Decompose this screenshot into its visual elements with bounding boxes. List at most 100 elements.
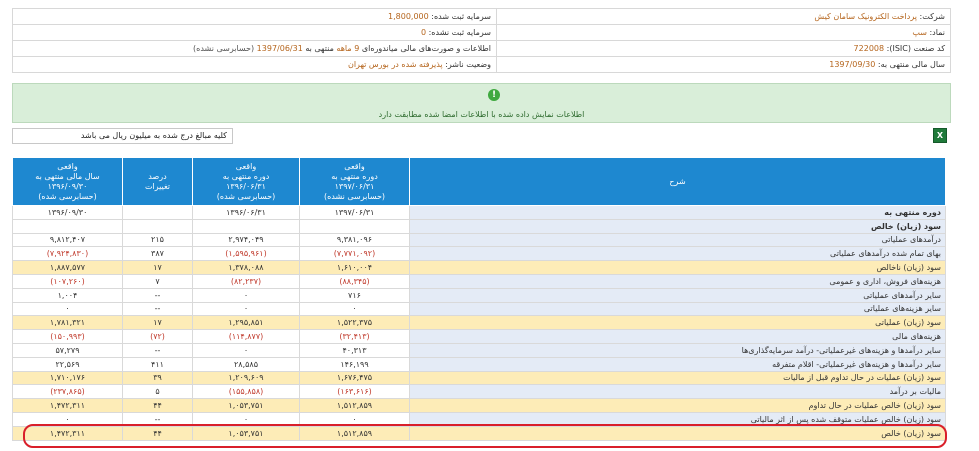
row-value-1397: ۱,۵۱۲,۸۵۹ [299,425,410,441]
table-row: سایر هزینه‌های عملیاتی ۰ ۰ -- ۰ [12,301,946,317]
header-line: سال مالی منتهی به [35,171,100,181]
info-row: سال مالی منتهی به: 1397/09/30 وضعیت ناشر… [12,56,951,73]
table-row: سود (زیان) خالص [12,218,946,234]
row-description: سود (زیان) عملیاتی [409,315,946,331]
row-description: سایر هزینه‌های عملیاتی [409,301,946,317]
table-row: سایر درآمدها و هزینه‌های غیرعملیاتی- اقل… [12,356,946,372]
row-description: سود (زیان) خالص [409,425,946,441]
header-line: ۱۳۹۶/۰۹/۳۰ [47,181,88,191]
report-period: 9 ماهه [336,44,360,53]
row-change-percent: ۳۹ [122,370,193,386]
row-value-fiscal-1396: ۵۷,۲۷۹ [12,342,123,358]
info-row: کد صنعت (ISIC): 722008 اطلاعات و صورت‌ها… [12,40,951,57]
row-value-1396: ۱,۲۹۵,۸۵۱ [192,315,300,331]
row-value-1397: ۷۱۶ [299,287,410,303]
row-value-1396: (۸۲,۲۳۷) [192,273,300,289]
publisher-status-cell: وضعیت ناشر: پذیرفته شده در بورس تهران [12,56,497,73]
table-row: سود (زیان) عملیاتی ۱,۵۲۲,۳۷۵ ۱,۲۹۵,۸۵۱ ۱۷ ۱,… [12,315,946,331]
header-line: ۱۳۹۶/۰۶/۳۱ [226,181,266,191]
row-description: سایر درآمدها و هزینه‌های غیرعملیاتی- اقل… [409,356,946,372]
header-period-1397: واقعی دوره منتهی به ۱۳۹۷/۰۶/۳۱ (حسابرسی … [299,157,410,206]
symbol-label: نماد: [929,28,945,37]
header-line: واقعی [235,161,257,171]
table-row: سود (زیان) خالص عملیات متوقف شده پس از ا… [12,411,946,427]
table-row: سایر درآمدهای عملیاتی ۷۱۶ ۰ -- ۱,۰۰۴ [12,287,946,303]
fiscal-year-label: سال مالی منتهی به: [877,60,945,69]
row-value-fiscal-1396: (۱۰۷,۲۶۰) [12,273,123,289]
fiscal-year-cell: سال مالی منتهی به: 1397/09/30 [496,56,951,73]
row-change-percent: -- [122,301,193,317]
row-value-1397: (۸۸,۳۴۵) [299,273,410,289]
row-change-percent: (۷۲) [122,329,193,344]
row-value-fiscal-1396: ۰ [12,411,123,427]
verification-banner: ! اطلاعات نمایش داده شده با اطلاعات امضا… [12,83,951,123]
table-row: بهای تمام شده درآمدهای عملیاتی (۷,۷۷۱,۰۹۲… [12,246,946,262]
row-value-1397: (۳۲,۴۱۳) [299,329,410,344]
symbol-link[interactable]: سپ [912,28,927,37]
company-cell: شرکت: پرداخت الکترونیک سامان کیش [496,8,951,25]
row-value-1396: (۱۱۴,۸۷۷) [192,329,300,344]
header-line: درصد [148,171,167,181]
row-value-1396: ۱,۰۵۳,۷۵۱ [192,425,300,441]
row-value-1396: ۰ [192,411,300,427]
row-change-percent: ۴۴ [122,425,193,441]
row-value-fiscal-1396: ۰ [12,301,123,317]
header-period-1396: واقعی دوره منتهی به ۱۳۹۶/۰۶/۳۱ (حسابرسی … [192,157,300,206]
report-mid: منتهی به [305,44,334,53]
header-line: دوره منتهی به [222,171,270,181]
table-body: دوره منتهی به ۱۳۹۷/۰۶/۳۱ ۱۳۹۶/۰۶/۳۱ ۱۳۹۶/۰۹… [12,205,946,441]
row-change-percent [122,218,193,234]
unit-note: کلیه مبالغ درج شده به میلیون ریال می باش… [12,128,233,144]
header-line: ۱۳۹۷/۰۶/۳۱ [334,181,375,191]
row-description: سود (زیان) ناخالص [409,260,946,275]
row-value-1396: ۰ [192,342,300,358]
row-change-percent: -- [122,287,193,303]
table-row: دوره منتهی به ۱۳۹۷/۰۶/۳۱ ۱۳۹۶/۰۶/۳۱ ۱۳۹۶/۰۹… [12,205,946,220]
row-change-percent: ۱۷ [122,315,193,331]
row-value-fiscal-1396: ۱,۷۸۱,۳۲۱ [12,315,123,331]
row-change-percent: ۵ [122,384,193,400]
row-value-1396: ۰ [192,287,300,303]
row-value-1397: ۱,۵۲۲,۳۷۵ [299,315,410,331]
row-description: سایر درآمدها و هزینه‌های غیرعملیاتی- درآ… [409,342,946,358]
row-value-1397: ۰ [299,411,410,427]
excel-icon[interactable]: X [933,128,947,143]
row-change-percent: -- [122,411,193,427]
table-row: هزینه‌های مالی (۳۲,۴۱۳) (۱۱۴,۸۷۷) (۷۲) (۱۵۰,… [12,329,946,344]
row-value-1396 [192,218,300,234]
row-value-1396: (۱,۵۹۵,۹۶۱) [192,246,300,262]
row-value-1396: ۱,۰۵۳,۷۵۱ [192,398,300,413]
row-description: سایر درآمدهای عملیاتی [409,287,946,303]
row-value-1396: ۰ [192,301,300,317]
row-value-fiscal-1396 [12,218,123,234]
row-value-1396: ۱۳۹۶/۰۶/۳۱ [192,205,300,220]
row-change-percent: ۴۱۱ [122,356,193,372]
header-line: دوره منتهی به [331,171,378,181]
registered-capital-cell: سرمایه ثبت شده: 1,800,000 [12,8,497,25]
registered-capital-label: سرمایه ثبت شده: [431,12,491,21]
table-row: سود (زیان) خالص ۱,۵۱۲,۸۵۹ ۱,۰۵۳,۷۵۱ ۴۴ ۱,۴۷۲… [12,425,946,441]
row-change-percent: ۷ [122,273,193,289]
header-fiscal-year-1396: واقعی سال مالی منتهی به ۱۳۹۶/۰۹/۳۰ (حساب… [12,157,123,206]
row-value-fiscal-1396: ۱,۸۸۷,۵۷۷ [12,260,123,275]
isic-cell: کد صنعت (ISIC): 722008 [496,40,951,57]
row-value-fiscal-1396: (۲۳۷,۸۶۵) [12,384,123,400]
info-row: نماد: سپ سرمایه ثبت نشده: 0 [12,24,951,41]
header-change-percent: درصد تغییرات [122,157,193,206]
fiscal-year-value: 1397/09/30 [829,60,876,69]
unregistered-capital-label: سرمایه ثبت نشده: [428,28,491,37]
row-value-1396: ۲,۹۷۴,۰۴۹ [192,232,300,248]
table-row: سود (زیان) خالص عملیات در حال تداوم ۱,۵۱۲… [12,398,946,413]
row-value-1396: ۱,۲۰۹,۶۰۹ [192,370,300,386]
row-value-1397: ۱,۶۱۰,۰۰۴ [299,260,410,275]
isic-value: 722008 [853,44,885,53]
row-change-percent: ۳۸۷ [122,246,193,262]
row-value-fiscal-1396: (۱۵۰,۹۹۳) [12,329,123,344]
row-value-fiscal-1396: ۱,۷۱۰,۱۷۶ [12,370,123,386]
row-value-1397: (۷,۷۷۱,۰۹۲) [299,246,410,262]
row-change-percent: ۴۴ [122,398,193,413]
row-value-fiscal-1396: ۱,۴۷۲,۳۱۱ [12,398,123,413]
row-description: مالیات بر درآمد [409,384,946,400]
header-line: واقعی [57,161,78,171]
row-change-percent: ۱۷ [122,260,193,275]
